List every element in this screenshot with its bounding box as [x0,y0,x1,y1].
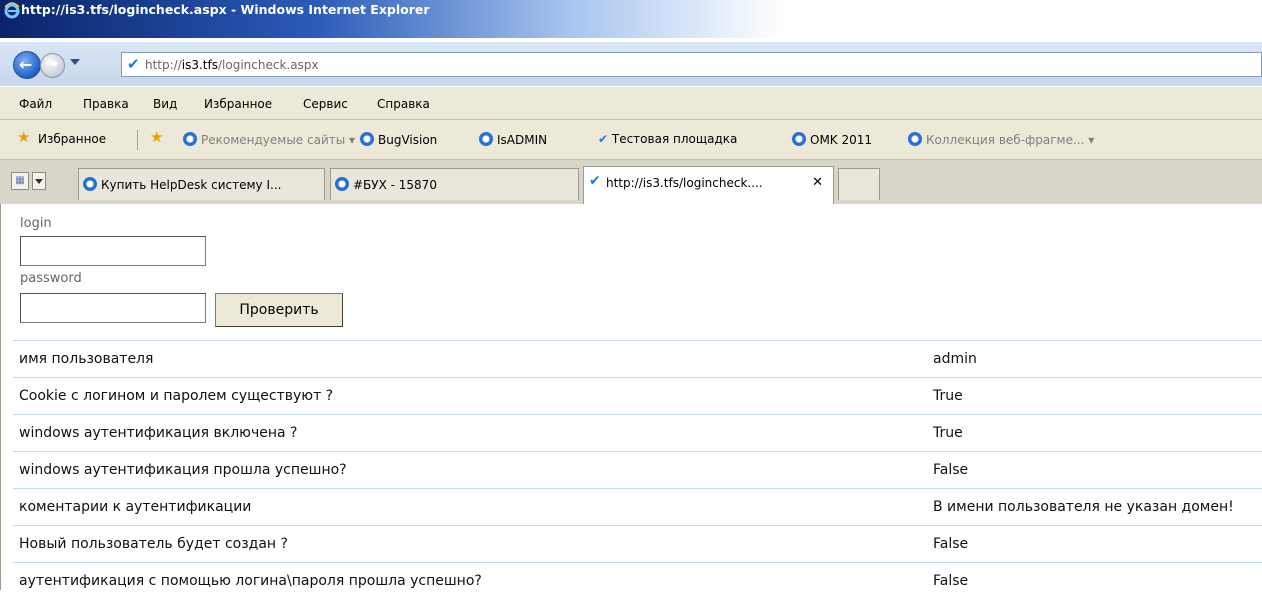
url-prefix: http:// [145,58,182,72]
recent-pages-dropdown[interactable] [70,59,80,65]
menu-file[interactable]: Файл [19,97,52,111]
row-label: имя пользователя [13,341,931,378]
back-button[interactable]: ← [13,51,41,79]
tab-list-button[interactable] [32,172,46,190]
forward-button[interactable]: → [40,53,65,78]
window-title: http://is3.tfs/logincheck.aspx - Windows… [21,2,430,17]
check-button[interactable]: Проверить [215,293,343,327]
password-label: password [20,271,82,286]
quick-tabs-button[interactable]: ▦ [11,172,29,190]
table-row: аутентификация с помощью логина\пароля п… [13,563,1262,599]
row-value: admin [931,341,1262,378]
tab-label: #БУХ - 15870 [353,178,437,192]
menu-favorites[interactable]: Избранное [204,97,272,111]
tab-helpdesk[interactable]: Купить HelpDesk систему I... [78,168,325,200]
table-row: коментарии к аутентификацииВ имени польз… [13,489,1262,526]
login-label: login [20,216,52,231]
ie-page-icon [183,132,197,146]
add-favorite-icon[interactable]: ★ [150,128,163,146]
ie-page-icon [908,132,922,146]
url-path: /logincheck.aspx [218,58,319,72]
menu-view[interactable]: Вид [153,97,177,111]
row-value: False [931,526,1262,563]
login-input[interactable] [20,236,206,266]
ie-page-icon [479,132,493,146]
close-tab-icon[interactable]: ✕ [812,175,823,190]
tab-label: Купить HelpDesk систему I... [101,178,281,192]
address-url[interactable]: http://is3.tfs/logincheck.aspx [145,58,319,72]
separator [137,130,138,150]
checkmark-icon: ✔ [127,55,140,73]
password-input[interactable] [20,293,206,323]
menu-help[interactable]: Справка [377,97,430,111]
table-row: Cookie с логином и паролем существуют ?T… [13,378,1262,415]
row-label: windows аутентификация включена ? [13,415,931,452]
row-label: windows аутентификация прошла успешно? [13,452,931,489]
tab-logincheck[interactable]: ✔ http://is3.tfs/logincheck.... ✕ [583,166,834,204]
new-tab-button[interactable] [838,168,880,200]
favorites-button[interactable]: Избранное [38,132,106,146]
tab-bar: ▦ Купить HelpDesk систему I... #БУХ - 15… [0,160,1262,204]
navigation-bar: ← → ✔ http://is3.tfs/logincheck.aspx [0,42,1262,86]
ie-page-icon [335,177,349,191]
table-row: имя пользователяadmin [13,341,1262,378]
row-value: False [931,452,1262,489]
table-row: windows аутентификация прошла успешно?Fa… [13,452,1262,489]
favorites-star-icon: ★ [17,128,30,146]
row-label: Cookie с логином и паролем существуют ? [13,378,931,415]
table-row: windows аутентификация включена ?True [13,415,1262,452]
row-value: True [931,378,1262,415]
row-value: В имени пользователя не указан домен! [931,489,1262,526]
menu-edit[interactable]: Правка [83,97,129,111]
results-table: имя пользователяadmin Cookie с логином и… [13,340,1262,599]
table-row: Новый пользователь будет создан ?False [13,526,1262,563]
favorites-bar: ★ Избранное ★ Рекомендуемые сайты ▾ BugV… [0,120,1262,160]
address-bar[interactable]: ✔ http://is3.tfs/logincheck.aspx [121,52,1262,77]
menu-bar: Файл Правка Вид Избранное Сервис Справка [0,86,1262,120]
row-label: аутентификация с помощью логина\пароля п… [13,563,931,599]
row-label: Новый пользователь будет создан ? [13,526,931,563]
fav-omk-2011[interactable]: OMK 2011 [792,132,872,147]
fav-bugvision[interactable]: BugVision [360,132,437,147]
ie-page-icon [83,177,97,191]
checkmark-icon: ✔ [598,132,612,146]
ie-logo-icon [3,1,21,19]
row-value: False [931,563,1262,599]
ie-page-icon [360,132,374,146]
tab-label: http://is3.tfs/logincheck.... [606,176,763,190]
fav-web-slice-gallery[interactable]: Коллекция веб-фрагме... ▾ [908,132,1094,147]
forward-arrow-icon: → [46,56,58,72]
url-host: is3.tfs [182,58,218,72]
back-arrow-icon: ← [19,55,32,74]
row-label: коментарии к аутентификации [13,489,931,526]
row-value: True [931,415,1262,452]
page-content: login password Проверить имя пользовател… [0,204,1262,590]
menu-tools[interactable]: Сервис [303,97,348,111]
checkmark-icon: ✔ [589,173,601,189]
fav-isadmin[interactable]: IsADMIN [479,132,547,147]
fav-test-site[interactable]: ✔ Тестовая площадка [598,132,737,146]
ie-page-icon [792,132,806,146]
window-titlebar: http://is3.tfs/logincheck.aspx - Windows… [0,0,1262,38]
tab-buh[interactable]: #БУХ - 15870 [330,168,579,200]
fav-suggested-sites[interactable]: Рекомендуемые сайты ▾ [183,132,355,147]
